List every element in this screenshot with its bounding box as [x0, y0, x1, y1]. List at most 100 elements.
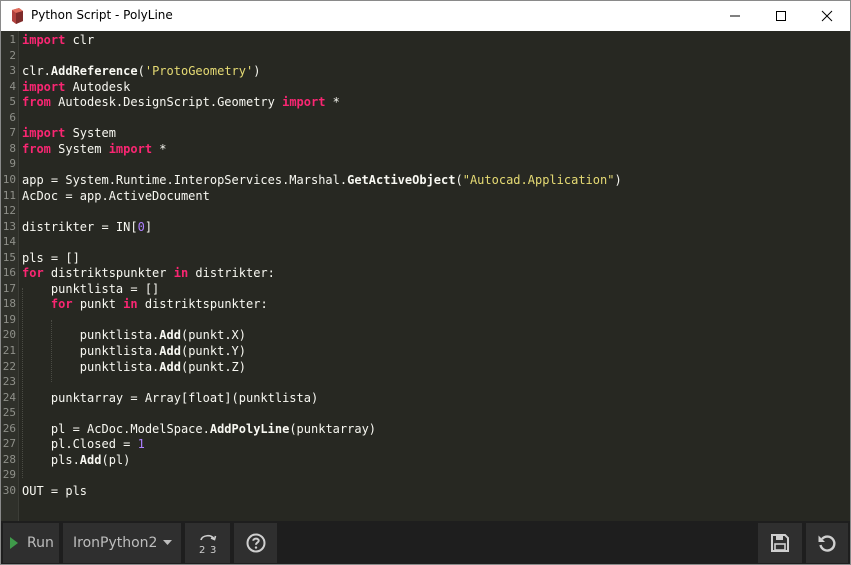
line-number: 28 — [2, 452, 16, 466]
code-text[interactable]: import Autodesk — [22, 79, 130, 95]
line-number: 24 — [2, 390, 16, 404]
line-number: 12 — [2, 204, 16, 218]
code-line[interactable]: 29 — [1, 467, 850, 483]
code-line[interactable]: 11 AcDoc = app.ActiveDocument — [1, 188, 850, 204]
code-line[interactable]: 24 punktarray = Array[float](punktlista) — [1, 390, 850, 406]
line-number: 10 — [2, 172, 16, 186]
line-number: 27 — [2, 437, 16, 451]
code-text[interactable]: punktlista.Add(punkt.Y) — [22, 343, 246, 359]
code-line[interactable]: 8 from System import * — [1, 141, 850, 157]
code-line[interactable]: 7 import System — [1, 125, 850, 141]
line-number: 29 — [2, 468, 16, 482]
code-text[interactable]: import clr — [22, 32, 94, 48]
code-line[interactable]: 17 punktlista = [] — [1, 281, 850, 297]
code-line[interactable]: 6 — [1, 110, 850, 126]
line-number: 2 — [9, 48, 16, 62]
line-number: 6 — [9, 110, 16, 124]
line-number: 11 — [2, 188, 16, 202]
close-button[interactable] — [804, 1, 850, 31]
code-line[interactable]: 9 — [1, 156, 850, 172]
code-text[interactable]: punktlista = [] — [22, 281, 159, 297]
convert-tabs-to-spaces-icon: 2 3 — [199, 534, 216, 555]
minimize-icon — [730, 15, 740, 17]
code-line[interactable]: 5 from Autodesk.DesignScript.Geometry imp… — [1, 94, 850, 110]
play-icon — [10, 537, 18, 549]
line-number: 21 — [2, 344, 16, 357]
code-line[interactable]: 15 pls = [] — [1, 250, 850, 266]
code-line[interactable]: 18 for punkt in distriktspunkter: — [1, 296, 850, 312]
code-line[interactable]: 21 punktlista.Add(punkt.Y) — [1, 343, 850, 359]
code-line[interactable]: 10 app = System.Runtime.InteropServices.M… — [1, 172, 850, 188]
python-script-window: Python Script - PolyLine 1 import clr 2 3 cl… — [0, 0, 851, 565]
line-number: 5 — [9, 95, 16, 109]
code-line[interactable]: 4 import Autodesk — [1, 79, 850, 95]
python-script-icon — [10, 8, 24, 24]
code-line[interactable]: 23 — [1, 374, 850, 390]
code-line[interactable]: 27 pl.Closed = 1 — [1, 436, 850, 452]
code-text[interactable]: distrikter = IN[0] — [22, 219, 152, 235]
minimize-button[interactable] — [712, 1, 758, 31]
code-line[interactable]: 13 distrikter = IN[0] — [1, 219, 850, 235]
code-editor[interactable]: 1 import clr 2 3 clr.AddReference('ProtoGeom… — [1, 31, 850, 521]
window-title: Python Script - PolyLine — [31, 8, 173, 22]
run-label: Run — [27, 535, 54, 551]
line-number: 18 — [2, 297, 16, 311]
line-number: 23 — [2, 375, 16, 389]
convert-tabs-button[interactable]: 2 3 — [185, 523, 230, 563]
line-number: 15 — [2, 250, 16, 264]
close-icon — [821, 10, 833, 22]
code-text[interactable]: OUT = pls — [22, 483, 87, 499]
maximize-icon — [776, 11, 786, 21]
line-number: 14 — [2, 235, 16, 249]
line-number: 3 — [9, 64, 16, 78]
line-number: 9 — [9, 157, 16, 171]
code-line[interactable]: 3 clr.AddReference('ProtoGeometry') — [1, 63, 850, 79]
code-line[interactable]: 14 — [1, 234, 850, 250]
code-line[interactable]: 12 — [1, 203, 850, 219]
line-number: 30 — [2, 483, 16, 497]
code-line[interactable]: 30 OUT = pls — [1, 483, 850, 499]
line-number: 8 — [9, 141, 16, 155]
line-number: 4 — [9, 79, 16, 93]
revert-button[interactable] — [806, 523, 848, 563]
maximize-button[interactable] — [758, 1, 804, 31]
line-number: 22 — [2, 359, 16, 373]
code-line[interactable]: 28 pls.Add(pl) — [1, 452, 850, 468]
code-text[interactable]: for punkt in distriktspunkter: — [22, 296, 268, 312]
code-text[interactable]: pls = [] — [22, 250, 80, 266]
code-text[interactable]: pl.Closed = 1 — [22, 436, 145, 452]
code-line[interactable]: 16 for distriktspunkter in distrikter: — [1, 265, 850, 281]
code-line[interactable]: 26 pl = AcDoc.ModelSpace.AddPolyLine(pun… — [1, 421, 850, 437]
code-line[interactable]: 2 — [1, 48, 850, 64]
code-text[interactable]: from System import * — [22, 141, 167, 157]
code-text[interactable]: pl = AcDoc.ModelSpace.AddPolyLine(punkta… — [22, 421, 376, 437]
dropdown-caret-icon — [163, 540, 172, 545]
code-text[interactable]: import System — [22, 125, 116, 141]
code-text[interactable]: punktarray = Array[float](punktlista) — [22, 390, 318, 406]
engine-selected-value: IronPython2 — [73, 535, 158, 551]
line-number: 19 — [2, 312, 16, 326]
code-text[interactable]: from Autodesk.DesignScript.Geometry impo… — [22, 94, 340, 110]
code-line[interactable]: 1 import clr — [1, 32, 850, 48]
line-number: 7 — [9, 126, 16, 140]
code-text[interactable]: pls.Add(pl) — [22, 452, 131, 468]
save-button[interactable] — [758, 523, 802, 563]
code-text[interactable]: punktlista.Add(punkt.Z) — [22, 359, 246, 375]
code-line[interactable]: 25 — [1, 405, 850, 421]
code-line[interactable]: 19 — [1, 312, 850, 328]
code-text[interactable]: AcDoc = app.ActiveDocument — [22, 188, 210, 204]
code-text[interactable]: clr.AddReference('ProtoGeometry') — [22, 63, 260, 79]
line-number: 17 — [2, 281, 16, 295]
help-button[interactable] — [234, 523, 277, 563]
code-text[interactable]: punktlista.Add(punkt.X) — [22, 327, 246, 343]
python-engine-dropdown[interactable]: IronPython2 — [63, 523, 181, 563]
code-line[interactable]: 20 punktlista.Add(punkt.X) — [1, 327, 850, 343]
code-text[interactable]: app = System.Runtime.InteropServices.Mar… — [22, 172, 622, 188]
code-text[interactable]: for distriktspunkter in distrikter: — [22, 265, 275, 281]
line-number: 20 — [2, 328, 16, 342]
title-bar[interactable]: Python Script - PolyLine — [1, 1, 850, 31]
bottom-toolbar: Run IronPython2 2 3 — [1, 521, 850, 564]
run-button[interactable]: Run — [3, 523, 59, 563]
revert-icon — [818, 535, 836, 552]
code-line[interactable]: 22 punktlista.Add(punkt.Z) — [1, 359, 850, 375]
